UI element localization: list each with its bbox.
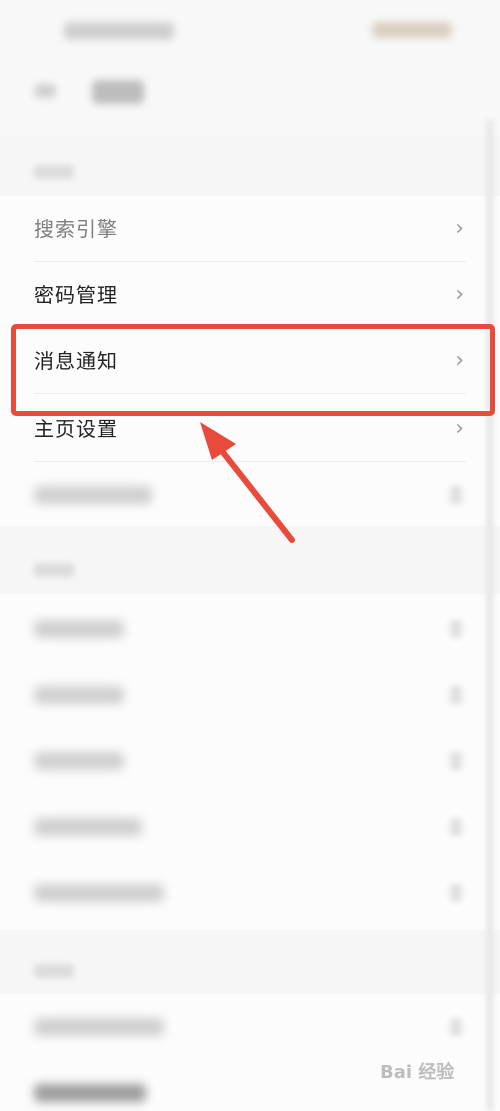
back-arrow-icon[interactable] — [34, 84, 56, 98]
chevron-right-icon — [450, 818, 462, 836]
settings-item-blurred[interactable] — [34, 1084, 146, 1102]
page-header — [0, 64, 500, 136]
status-bar — [0, 0, 500, 64]
highlight-box — [11, 324, 495, 416]
chevron-right-icon: › — [455, 282, 464, 307]
settings-item-blurred[interactable] — [34, 1018, 164, 1036]
settings-item-blurred[interactable] — [34, 818, 142, 836]
settings-item-label: 搜索引擎 — [34, 217, 118, 241]
section-label-blurred — [34, 165, 74, 179]
chevron-right-icon — [450, 686, 462, 704]
settings-item-blurred[interactable] — [34, 752, 124, 770]
status-bar-time-blurred — [64, 22, 174, 40]
settings-item-blurred[interactable] — [34, 620, 124, 638]
chevron-right-icon — [450, 620, 462, 638]
settings-item-search-engine[interactable]: 搜索引擎 › — [34, 196, 466, 262]
chevron-right-icon — [450, 884, 462, 902]
chevron-right-icon — [450, 752, 462, 770]
chevron-right-icon — [450, 486, 462, 504]
page-title-blurred — [92, 80, 144, 104]
settings-item-password-management[interactable]: 密码管理 › — [34, 262, 466, 328]
chevron-right-icon — [450, 1018, 462, 1036]
status-bar-icons-blurred — [372, 22, 452, 38]
chevron-right-icon: › — [455, 216, 464, 241]
settings-item-label: 密码管理 — [34, 283, 118, 307]
settings-item-blurred[interactable] — [34, 884, 164, 902]
settings-item-blurred[interactable] — [34, 486, 152, 504]
annotation-arrow — [200, 422, 295, 543]
settings-item-blurred[interactable] — [34, 686, 124, 704]
baidu-watermark: Bai 经验 — [380, 1062, 455, 1083]
section-label-blurred — [34, 964, 74, 978]
scrollbar-track[interactable] — [486, 120, 494, 1110]
section-label-blurred — [34, 563, 74, 577]
